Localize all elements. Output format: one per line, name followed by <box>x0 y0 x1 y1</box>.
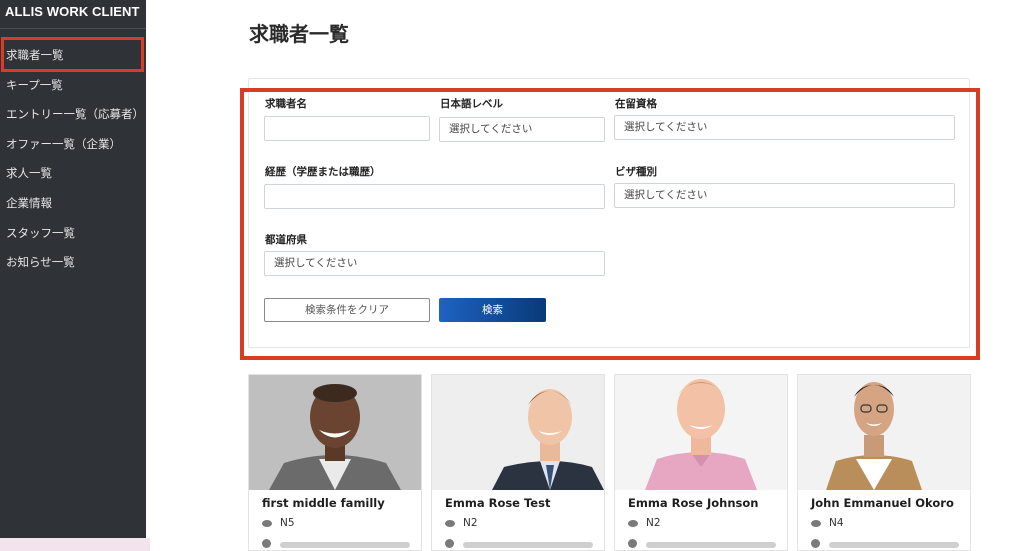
candidate-name: first middle familly <box>262 496 385 510</box>
sidebar-item-keep[interactable]: キープ一覧 <box>6 77 63 93</box>
sidebar-item-staff[interactable]: スタッフ一覧 <box>6 225 75 241</box>
candidate-location-text <box>463 542 593 548</box>
candidate-photo <box>615 375 787 490</box>
candidate-location-text <box>646 542 776 548</box>
brand-divider <box>0 28 146 29</box>
candidate-level-text: N5 <box>280 517 295 529</box>
candidate-level-text: N4 <box>829 517 844 529</box>
candidate-level-text: N2 <box>646 517 661 529</box>
location-pin-icon <box>445 539 454 548</box>
language-level-icon <box>811 520 821 527</box>
candidate-name: Emma Rose Johnson <box>628 496 759 510</box>
annotation-highlight-form <box>240 88 980 360</box>
candidate-photo <box>432 375 604 490</box>
candidate-card[interactable]: Emma Rose Test N2 <box>431 374 605 551</box>
sidebar-item-entries[interactable]: エントリー一覧（応募者） <box>6 106 144 122</box>
candidate-card[interactable]: John Emmanuel Okoro N4 <box>797 374 971 551</box>
candidate-card[interactable]: Emma Rose Johnson N2 <box>614 374 788 551</box>
brand-logo[interactable]: ALLIS WORK CLIENT <box>5 4 140 19</box>
sidebar-item-offers[interactable]: オファー一覧（企業） <box>6 136 121 152</box>
sidebar: ALLIS WORK CLIENT 求職者一覧 キープ一覧 エントリー一覧（応募… <box>0 0 150 551</box>
location-pin-icon <box>628 539 637 548</box>
location-pin-icon <box>811 539 820 548</box>
candidate-photo <box>798 375 970 490</box>
sidebar-footer <box>0 538 150 551</box>
language-level-icon <box>445 520 455 527</box>
page-title: 求職者一覧 <box>249 22 349 46</box>
language-level-icon <box>628 520 638 527</box>
location-pin-icon <box>262 539 271 548</box>
candidate-photo <box>249 375 421 490</box>
candidate-level-text: N2 <box>463 517 478 529</box>
candidate-location-text <box>829 542 959 548</box>
sidebar-item-company[interactable]: 企業情報 <box>6 195 52 211</box>
sidebar-item-jobs[interactable]: 求人一覧 <box>6 165 52 181</box>
sidebar-item-news[interactable]: お知らせ一覧 <box>6 254 75 270</box>
annotation-highlight-sidebar <box>1 37 144 72</box>
candidate-name: Emma Rose Test <box>445 496 551 510</box>
candidate-location-text <box>280 542 410 548</box>
language-level-icon <box>262 520 272 527</box>
candidate-name: John Emmanuel Okoro <box>811 496 954 510</box>
candidate-card[interactable]: first middle familly N5 <box>248 374 422 551</box>
